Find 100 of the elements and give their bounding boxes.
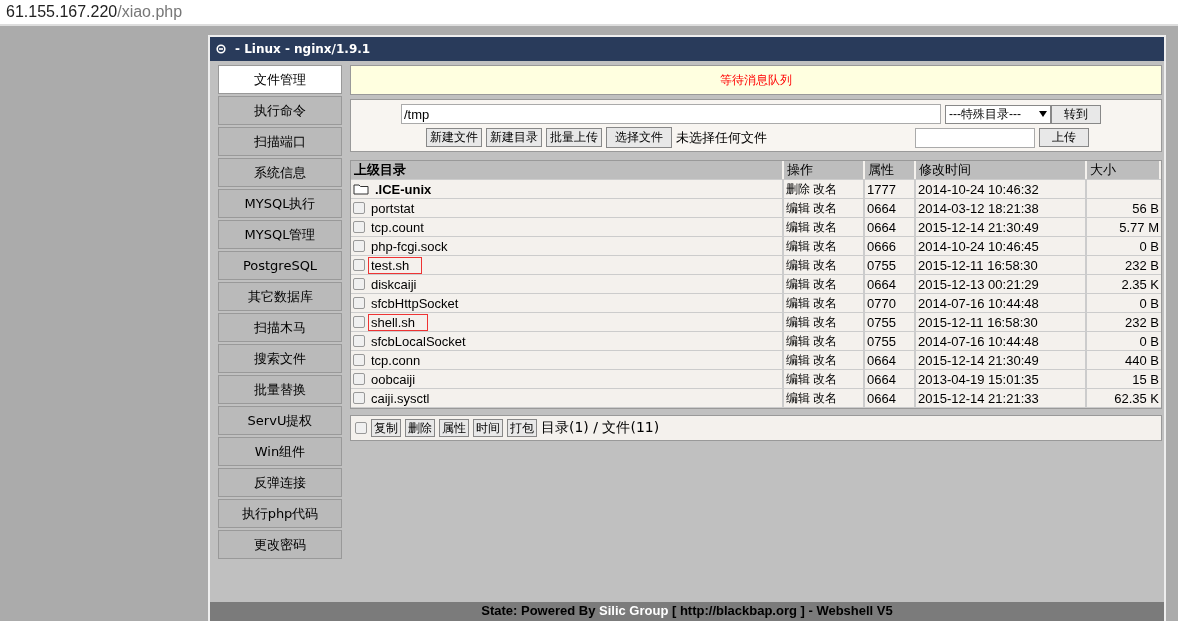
action-link[interactable]: 改名 xyxy=(813,332,837,350)
file-name[interactable]: diskcaiji xyxy=(368,275,420,293)
file-status-text: 未选择任何文件 xyxy=(676,128,767,147)
action-link[interactable]: 编辑 xyxy=(786,351,810,369)
modified-time-cell: 2013-04-19 15:01:35 xyxy=(916,370,1087,388)
goto-button[interactable]: 转到 xyxy=(1051,104,1101,124)
action-link[interactable]: 编辑 xyxy=(786,275,810,293)
row-checkbox[interactable] xyxy=(353,354,365,366)
size-cell-text: 232 B xyxy=(1124,256,1160,274)
file-name[interactable]: sfcbLocalSocket xyxy=(368,332,469,350)
sidebar-item[interactable]: ServU提权 xyxy=(218,406,342,435)
url-text[interactable]: 61.155.167.220/xiao.php xyxy=(6,3,183,21)
toolbar-button[interactable]: 新建目录 xyxy=(486,128,542,147)
sidebar-item[interactable]: Win组件 xyxy=(218,437,342,466)
action-link[interactable]: 改名 xyxy=(813,237,837,255)
permission-cell: 0755 xyxy=(865,332,916,350)
row-checkbox[interactable] xyxy=(353,335,365,347)
row-checkbox[interactable] xyxy=(353,259,365,271)
sidebar-item[interactable]: 系统信息 xyxy=(218,158,342,187)
action-link[interactable]: 改名 xyxy=(813,313,837,331)
action-link[interactable]: 改名 xyxy=(813,180,837,198)
sidebar-item[interactable]: PostgreSQL xyxy=(218,251,342,280)
column-header: 操作 xyxy=(784,161,865,179)
file-name[interactable]: sfcbHttpSocket xyxy=(368,294,462,312)
size-cell-text: 232 B xyxy=(1124,313,1160,331)
file-name[interactable]: portstat xyxy=(368,199,418,217)
action-link[interactable]: 改名 xyxy=(813,256,837,274)
row-checkbox[interactable] xyxy=(353,392,365,404)
row-checkbox[interactable] xyxy=(353,221,365,233)
sidebar-item[interactable]: 批量替换 xyxy=(218,375,342,404)
size-cell-text: 15 B xyxy=(1131,370,1160,388)
action-link[interactable]: 改名 xyxy=(813,199,837,217)
bulk-button[interactable]: 复制 xyxy=(371,419,401,437)
sidebar-item[interactable]: 文件管理 xyxy=(218,65,342,94)
sidebar-item[interactable]: MYSQL管理 xyxy=(218,220,342,249)
message-text: 等待消息队列 xyxy=(720,71,792,89)
file-name[interactable]: caiji.sysctl xyxy=(368,389,433,407)
row-checkbox[interactable] xyxy=(353,278,365,290)
size-cell-text: 0 B xyxy=(1138,294,1160,312)
sidebar-item[interactable]: 其它数据库 xyxy=(218,282,342,311)
sidebar-item[interactable]: 更改密码 xyxy=(218,530,342,559)
modified-time-cell: 2015-12-13 00:21:29 xyxy=(916,275,1087,293)
row-checkbox[interactable] xyxy=(353,373,365,385)
sidebar-item[interactable]: 搜索文件 xyxy=(218,344,342,373)
sidebar-item[interactable]: 反弹连接 xyxy=(218,468,342,497)
bulk-button[interactable]: 属性 xyxy=(439,419,469,437)
size-cell-text: 56 B xyxy=(1131,199,1160,217)
row-checkbox[interactable] xyxy=(353,240,365,252)
toolbar-button[interactable]: 新建文件 xyxy=(426,128,482,147)
circle-icon xyxy=(216,44,226,54)
permission-cell: 0664 xyxy=(865,351,916,369)
folder-name[interactable]: .ICE-unix xyxy=(372,180,435,198)
sidebar-item[interactable]: 执行命令 xyxy=(218,96,342,125)
special-dir-dropdown[interactable]: ---特殊目录--- xyxy=(945,104,1051,124)
file-name[interactable]: oobcaiji xyxy=(368,370,419,388)
folder-icon xyxy=(353,183,369,195)
action-link[interactable]: 编辑 xyxy=(786,218,810,236)
permission-cell: 1777 xyxy=(865,180,916,198)
bulk-button[interactable]: 删除 xyxy=(405,419,435,437)
file-name[interactable]: tcp.conn xyxy=(368,351,424,369)
action-link[interactable]: 编辑 xyxy=(786,199,810,217)
action-link[interactable]: 改名 xyxy=(813,351,837,369)
row-checkbox[interactable] xyxy=(353,202,365,214)
path-field[interactable]: /tmp xyxy=(401,104,941,124)
action-link[interactable]: 编辑 xyxy=(786,313,810,331)
sidebar-item[interactable]: MYSQL执行 xyxy=(218,189,342,218)
sidebar-item[interactable]: 扫描木马 xyxy=(218,313,342,342)
action-link[interactable]: 编辑 xyxy=(786,237,810,255)
bulk-button[interactable]: 打包 xyxy=(507,419,537,437)
action-link[interactable]: 编辑 xyxy=(786,370,810,388)
action-link[interactable]: 改名 xyxy=(813,389,837,407)
action-link[interactable]: 改名 xyxy=(813,294,837,312)
upload-button[interactable]: 上传 xyxy=(1039,128,1089,147)
row-checkbox[interactable] xyxy=(353,316,365,328)
action-link[interactable]: 编辑 xyxy=(786,294,810,312)
size-cell-text: 440 B xyxy=(1124,351,1160,369)
action-link[interactable]: 改名 xyxy=(813,370,837,388)
file-name[interactable]: tcp.count xyxy=(368,218,427,236)
status-text: State: Powered By Silic Group [ http://blackbap.org ] - Webshell V5 xyxy=(481,603,893,618)
sidebar-item[interactable]: 扫描端口 xyxy=(218,127,342,156)
action-link[interactable]: 改名 xyxy=(813,218,837,236)
file-name[interactable]: test.sh xyxy=(368,256,423,274)
sidebar-item[interactable]: 执行php代码 xyxy=(218,499,342,528)
permission-cell: 0664 xyxy=(865,199,916,217)
upload-field[interactable] xyxy=(915,127,1035,148)
column-header[interactable]: 上级目录 xyxy=(351,161,784,179)
action-link[interactable]: 删除 xyxy=(786,180,810,198)
action-link[interactable]: 编辑 xyxy=(786,389,810,407)
action-link[interactable]: 编辑 xyxy=(786,256,810,274)
permission-cell: 0755 xyxy=(865,256,916,274)
choose-file-button[interactable]: 选择文件 xyxy=(606,127,672,148)
file-name[interactable]: shell.sh xyxy=(368,313,429,331)
file-name[interactable]: php-fcgi.sock xyxy=(368,237,451,255)
action-link[interactable]: 改名 xyxy=(813,275,837,293)
row-checkbox[interactable] xyxy=(353,297,365,309)
bulk-button[interactable]: 时间 xyxy=(473,419,503,437)
permission-cell: 0664 xyxy=(865,275,916,293)
select-all-checkbox[interactable] xyxy=(355,422,367,434)
action-link[interactable]: 编辑 xyxy=(786,332,810,350)
toolbar-button[interactable]: 批量上传 xyxy=(546,128,602,147)
